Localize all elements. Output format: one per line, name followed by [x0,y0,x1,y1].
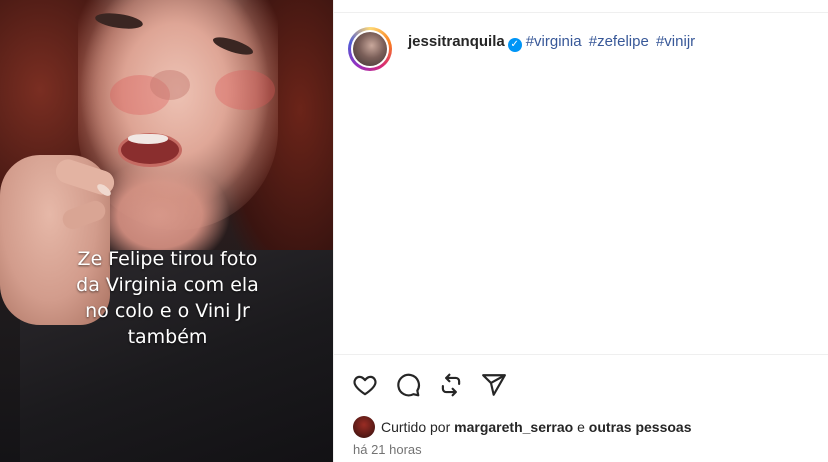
author-avatar[interactable] [351,30,389,68]
author-avatar-image [353,32,387,66]
verified-badge-icon: ✓ [507,38,522,52]
post-timestamp[interactable]: há 21 horas [353,442,422,457]
likes-prefix: Curtido por [381,419,451,435]
liker-username[interactable]: margareth_serrao [454,419,573,435]
nose [150,70,190,100]
video-caption-overlay: Ze Felipe tirou foto da Virginia com ela… [60,246,275,350]
likes-conjunction: e [577,419,585,435]
author-avatar-story-ring[interactable] [348,27,392,71]
share-icon[interactable] [481,372,507,398]
likes-summary: Curtido por margareth_serrao e outras pe… [353,416,692,438]
teeth [128,134,168,144]
post-header: jessitranquila ✓ #virginia #zefelipe #vini… [408,33,698,52]
post-actions [352,372,507,398]
hashtag-link[interactable]: #vinijr [656,33,695,50]
hashtag-link[interactable]: #zefelipe [589,33,649,50]
cheek [215,70,275,110]
likes-others-link[interactable]: outras pessoas [589,419,692,435]
author-username[interactable]: jessitranquila [408,33,505,50]
caption-line: da Virginia com ela [76,274,259,296]
hashtag-link[interactable]: #virginia [526,33,582,50]
divider [334,354,828,355]
post-video[interactable]: Ze Felipe tirou foto da Virginia com ela… [0,0,333,462]
divider [334,12,828,13]
caption-line: no colo e o Vini Jr [85,300,250,322]
comment-icon[interactable] [395,372,421,398]
post-details-panel: jessitranquila ✓ #virginia #zefelipe #vini… [333,0,828,462]
heart-icon[interactable] [352,372,378,398]
repost-icon[interactable] [438,372,464,398]
caption-line: Ze Felipe tirou foto [77,248,258,270]
caption-line: também [127,326,208,348]
liker-avatar[interactable] [353,416,375,438]
